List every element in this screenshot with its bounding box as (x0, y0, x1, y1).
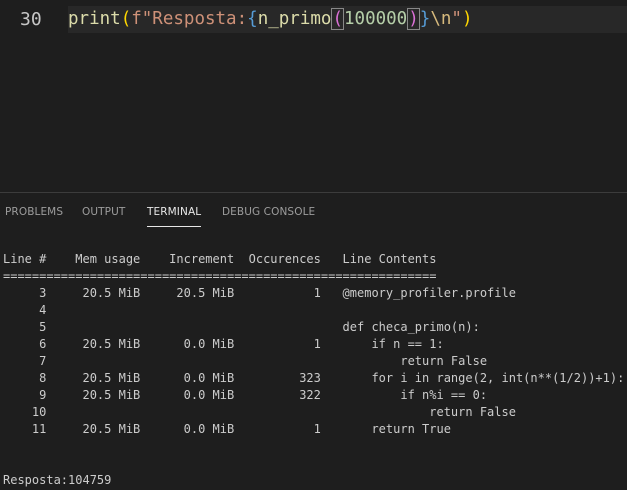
terminal-row: 5 def checa_primo(n): (3, 320, 480, 334)
code-token-function: print (68, 9, 121, 29)
code-token-call: n_primo (257, 9, 332, 29)
code-token-paren-matched: ) (407, 8, 420, 30)
terminal-row: 7 return False (3, 354, 488, 368)
code-token-string: f"Resposta: (131, 9, 248, 29)
tab-output[interactable]: OUTPUT (82, 206, 125, 218)
code-token-paren: ( (120, 9, 132, 29)
code-token-number: 100000 (344, 9, 408, 29)
terminal-separator: ========================================… (3, 269, 437, 283)
code-line[interactable]: print(f"Resposta:{n_primo(100000)}\n") (68, 8, 473, 30)
terminal-header: Line # Mem usage Increment Occurences Li… (3, 252, 437, 266)
terminal-row: 6 20.5 MiB 0.0 MiB 1 if n == 1: (3, 337, 444, 351)
code-editor[interactable]: 30 print(f"Resposta:{n_primo(100000)}\n"… (0, 0, 627, 192)
terminal-output[interactable]: Line # Mem usage Increment Occurences Li… (3, 251, 624, 438)
code-token-brace: { (247, 9, 258, 29)
tab-problems[interactable]: PROBLEMS (5, 206, 63, 218)
terminal-row: 3 20.5 MiB 20.5 MiB 1 @memory_profiler.p… (3, 286, 516, 300)
terminal-row: 9 20.5 MiB 0.0 MiB 322 if n%i == 0: (3, 388, 488, 402)
code-token-string: " (451, 9, 462, 29)
terminal-row: 11 20.5 MiB 0.0 MiB 1 return True (3, 422, 451, 436)
tab-debug-console[interactable]: DEBUG CONSOLE (222, 206, 315, 218)
terminal-result-line: Resposta:104759 (3, 473, 112, 487)
code-token-escape: \n (430, 9, 452, 29)
terminal-row: 8 20.5 MiB 0.0 MiB 323 for i in range(2,… (3, 371, 625, 385)
tab-terminal[interactable]: TERMINAL (147, 206, 202, 227)
code-token-paren-matched: ( (331, 8, 344, 30)
terminal-row: 4 (3, 303, 47, 317)
code-token-brace: } (419, 9, 431, 29)
bottom-panel: PROBLEMS OUTPUT TERMINAL DEBUG CONSOLE L… (0, 192, 627, 490)
terminal-row: 10 return False (3, 405, 516, 419)
panel-tabs: PROBLEMS OUTPUT TERMINAL DEBUG CONSOLE (0, 193, 627, 227)
line-number: 30 (20, 9, 42, 30)
code-token-paren: ) (461, 9, 473, 29)
